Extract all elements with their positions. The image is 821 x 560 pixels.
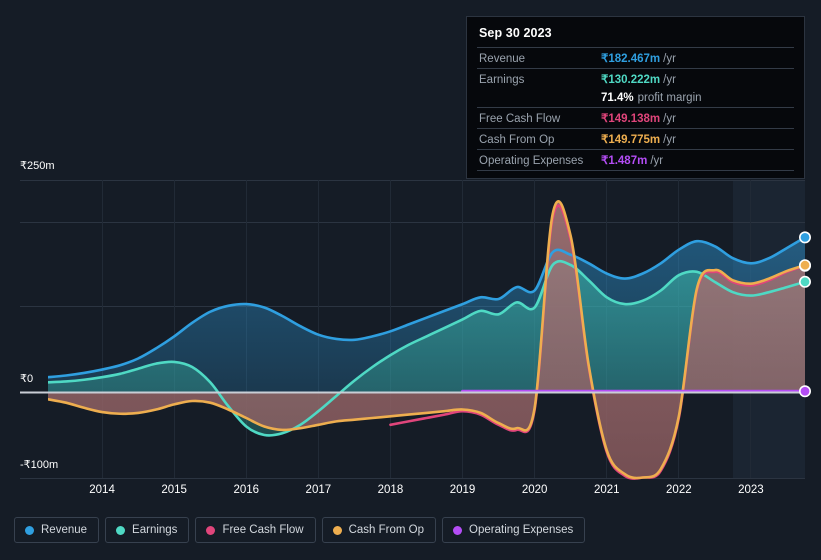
tooltip-label-profit-margin: profit margin [637,92,702,104]
legend-label: Operating Expenses [469,524,574,536]
tooltip-label-operating-expenses: Operating Expenses [479,155,584,167]
x-tick-2018: 2018 [377,484,404,496]
endpoint-cash-from-op [798,259,811,272]
tooltip-label-earnings: Earnings [479,74,525,86]
tooltip-value-free-cash-flow: ₹149.138m [601,113,661,125]
legend-item-earnings[interactable]: Earnings [105,517,190,543]
legend-label: Revenue [41,524,88,536]
x-tick-2016: 2016 [233,484,260,496]
y-axis-label-bottom: -₹100m [20,459,59,471]
legend-item-operating-expenses[interactable]: Operating Expenses [442,517,586,543]
tooltip-unit-cash-from-op: /yr [663,134,676,146]
x-tick-2015: 2015 [161,484,187,496]
legend-dot-icon [206,525,216,535]
tooltip-value-profit-margin: 71.4% [601,92,634,104]
tooltip-row-earnings: Earnings ₹130.222m /yr [477,68,794,89]
tooltip-row-profit-margin: 71.4% profit margin [477,89,794,107]
tooltip-value-earnings: ₹130.222m [601,74,661,86]
legend-item-revenue[interactable]: Revenue [14,517,100,543]
financial-chart-screenshot: ₹250m ₹0 -₹100m 2014 2015 2016 2017 2018 2019… [0,0,821,560]
x-tick-2022: 2022 [666,484,692,496]
tooltip-value-operating-expenses: ₹1.487m [601,155,648,167]
legend-label: Free Cash Flow [222,524,304,536]
x-tick-2014: 2014 [89,484,115,496]
data-tooltip: Sep 30 2023 Revenue ₹182.467m /yr Earnin… [466,16,805,179]
tooltip-row-revenue: Revenue ₹182.467m /yr [477,47,794,68]
tooltip-value-revenue: ₹182.467m [601,53,661,65]
tooltip-date: Sep 30 2023 [479,26,552,40]
x-tick-2021: 2021 [593,484,620,496]
legend-label: Cash From Op [348,524,425,536]
legend-dot-icon [25,525,34,535]
tooltip-footer-rule [477,170,794,172]
tooltip-label-free-cash-flow: Free Cash Flow [479,113,561,125]
y-axis-label-top: ₹250m [20,160,55,172]
legend-dot-icon [453,525,463,535]
tooltip-unit-earnings: /yr [663,74,676,86]
x-tick-2020: 2020 [521,484,548,496]
y-axis-label-zero: ₹0 [20,373,34,385]
endpoint-revenue [798,231,811,244]
x-tick-2017: 2017 [305,484,332,496]
legend-label: Earnings [132,524,178,536]
legend-item-free-cash-flow[interactable]: Free Cash Flow [195,517,316,543]
tooltip-unit-revenue: /yr [663,53,676,65]
endpoint-operating-expenses [798,385,811,398]
tooltip-unit-operating-expenses: /yr [650,155,664,167]
legend-dot-icon [116,525,126,535]
endpoint-earnings [798,275,811,288]
tooltip-row-cash-from-op: Cash From Op ₹149.775m /yr [477,128,794,149]
tooltip-label-revenue: Revenue [479,53,526,65]
tooltip-unit-free-cash-flow: /yr [663,113,676,125]
legend-item-cash-from-op[interactable]: Cash From Op [321,517,437,543]
x-tick-2023: 2023 [738,484,764,496]
tooltip-row-free-cash-flow: Free Cash Flow ₹149.138m /yr [477,107,794,128]
tooltip-label-cash-from-op: Cash From Op [479,134,555,146]
tooltip-value-cash-from-op: ₹149.775m [601,134,661,146]
chart-legend: Revenue Earnings Free Cash Flow Cash From O… [14,517,586,543]
tooltip-row-operating-expenses: Operating Expenses ₹1.487m /yr [477,149,794,170]
legend-dot-icon [332,525,342,535]
x-tick-2019: 2019 [449,484,476,496]
